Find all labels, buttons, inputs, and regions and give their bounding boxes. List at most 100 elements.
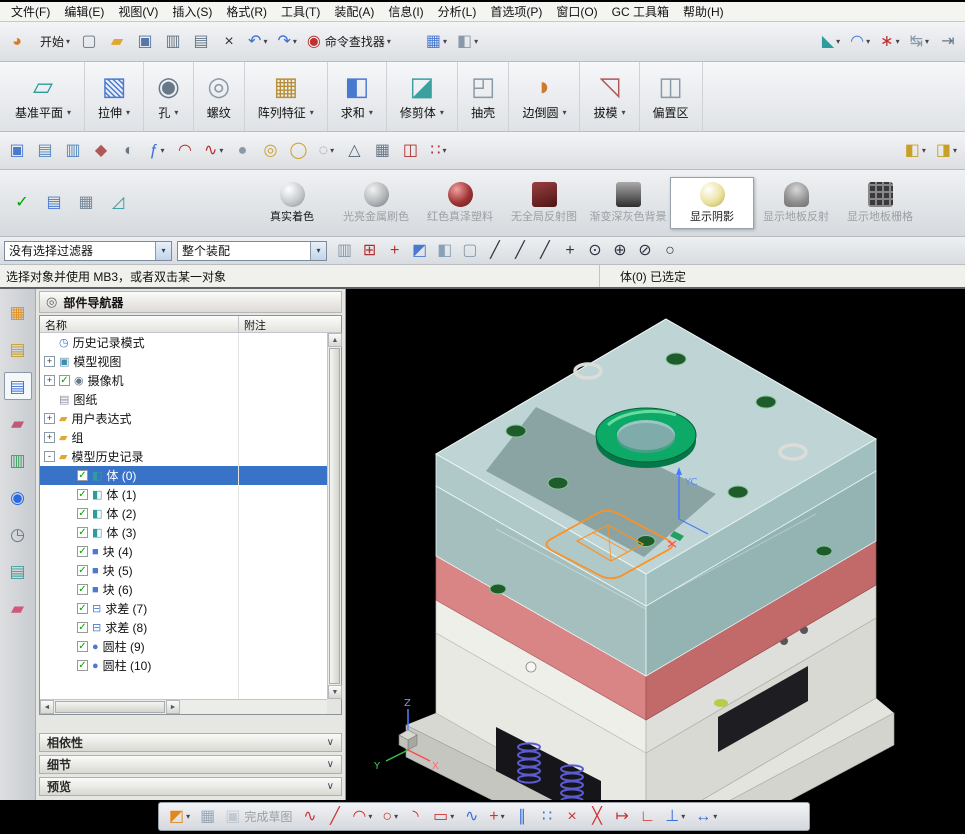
snap-point-on-curve-icon[interactable]: ○: [659, 239, 682, 263]
tree-checkbox[interactable]: [77, 489, 88, 500]
start-button[interactable]: 开始 ▾: [32, 28, 74, 56]
tree-item-body-3[interactable]: ◧ 体 (3): [40, 523, 327, 542]
scroll-right-icon[interactable]: [166, 700, 180, 714]
datum-display-icon[interactable]: ∗ ▾: [876, 28, 903, 56]
tree-item-subtract-8[interactable]: ⊟ 求差 (8): [40, 618, 327, 637]
snap-endpoint-icon[interactable]: ╱: [484, 239, 507, 263]
chevron-down-icon[interactable]: [155, 241, 171, 260]
tree-item-history-mode[interactable]: ◷ 历史记录模式: [40, 333, 327, 352]
approve-icon[interactable]: ✓: [9, 189, 35, 217]
system-materials-icon[interactable]: ▤: [4, 557, 32, 585]
intersection-point-icon[interactable]: ×: [561, 805, 584, 829]
offset-curve-icon[interactable]: ∥: [511, 805, 534, 829]
menu-insert[interactable]: 插入(S): [165, 1, 219, 22]
menu-edit[interactable]: 编辑(E): [57, 1, 111, 22]
part-navigator-icon[interactable]: ▤: [3, 372, 32, 400]
sketch-grid-icon[interactable]: ▦: [196, 805, 219, 829]
hd3d-tool-icon[interactable]: ▥: [4, 446, 32, 474]
gradient-background-button[interactable]: 渐变深灰色背景: [586, 177, 670, 229]
tree-checkbox[interactable]: [77, 565, 88, 576]
object-display-icon[interactable]: ◆: [88, 137, 114, 165]
edge-blend-button[interactable]: ◗ 边倒圆 ▾: [509, 62, 581, 131]
helix-icon[interactable]: ◎: [257, 137, 283, 165]
red-plastic-button[interactable]: 红色真泽塑料: [418, 177, 502, 229]
no-global-reflection-button[interactable]: 无全局反射图: [502, 177, 586, 229]
arc-icon[interactable]: ◠ ▾: [348, 805, 376, 829]
menu-gc-toolbox[interactable]: GC 工具箱: [605, 1, 676, 22]
view-cube-icon[interactable]: ◧ ▾: [453, 28, 482, 56]
snap-control-point-icon[interactable]: ╱: [534, 239, 557, 263]
tree-item-body-0[interactable]: ◧ 体 (0): [40, 466, 327, 485]
assembly-navigator-icon[interactable]: ▦: [4, 298, 32, 326]
studio-spline-icon[interactable]: ∿: [460, 805, 483, 829]
snap-existing-point-icon[interactable]: ⊘: [634, 239, 657, 263]
pattern-curve-icon[interactable]: ∷: [536, 805, 559, 829]
snap-orient-icon[interactable]: +: [383, 239, 406, 263]
nx-logo-icon[interactable]: ◕: [4, 28, 30, 56]
save-icon[interactable]: ▣: [132, 28, 158, 56]
floor-reflection-button[interactable]: 显示地板反射: [754, 177, 838, 229]
unite-button[interactable]: ◧ 求和 ▾: [328, 62, 387, 131]
point-icon[interactable]: + ▾: [485, 805, 508, 829]
tree-item-cylinder-9[interactable]: ● 圆柱 (9): [40, 637, 327, 656]
brushed-metal-button[interactable]: 光亮金属刷色: [334, 177, 418, 229]
rectangle-icon[interactable]: ▭ ▾: [429, 805, 458, 829]
grid-icon[interactable]: ▦: [369, 137, 395, 165]
tree-item-block-5[interactable]: ■ 块 (5): [40, 561, 327, 580]
tree-item-user-expressions[interactable]: + ▰ 用户表达式: [40, 409, 327, 428]
tree-item-block-6[interactable]: ■ 块 (6): [40, 580, 327, 599]
chevron-down-icon[interactable]: [327, 759, 334, 770]
reuse-library-icon[interactable]: ▰: [4, 409, 32, 437]
section-dependencies[interactable]: 相依性: [39, 733, 342, 752]
divide-face-icon[interactable]: ◫: [397, 137, 423, 165]
chevron-down-icon[interactable]: [327, 781, 334, 792]
roles-icon[interactable]: ▰: [4, 594, 32, 622]
snap-intersection-icon[interactable]: +: [559, 239, 582, 263]
menu-information[interactable]: 信息(I): [381, 1, 430, 22]
sketch-icon[interactable]: ◩ ▾: [165, 805, 194, 829]
show-shadow-button[interactable]: 显示阴影: [670, 177, 754, 229]
menu-help[interactable]: 帮助(H): [676, 1, 731, 22]
section-preview[interactable]: 预览: [39, 777, 342, 796]
menu-analysis[interactable]: 分析(L): [431, 1, 484, 22]
fillet-icon[interactable]: ◝: [404, 805, 427, 829]
constraint-navigator-icon[interactable]: ▤: [4, 335, 32, 363]
tree-checkbox[interactable]: [77, 641, 88, 652]
tree-item-cylinder-10[interactable]: ● 圆柱 (10): [40, 656, 327, 675]
menu-file[interactable]: 文件(F): [4, 1, 57, 22]
tree-checkbox[interactable]: [77, 546, 88, 557]
offset-region-button[interactable]: ◫ 偏置区: [640, 62, 703, 131]
tree-checkbox[interactable]: [77, 508, 88, 519]
render-grid-icon[interactable]: ▦: [73, 189, 99, 217]
offset-body-icon[interactable]: ◨ ▾: [932, 137, 961, 165]
curve-icon[interactable]: ◠: [172, 137, 198, 165]
history-icon[interactable]: ◷: [4, 520, 32, 548]
display-part-icon[interactable]: ▣: [4, 137, 30, 165]
dimension-icon[interactable]: ↔ ▾: [691, 805, 721, 829]
tree-checkbox[interactable]: [77, 622, 88, 633]
tree-expander-icon[interactable]: +: [44, 413, 55, 424]
line-icon[interactable]: ╱: [323, 805, 346, 829]
orient-view-icon[interactable]: ◣ ▾: [818, 28, 844, 56]
panel-title-bar[interactable]: 部件导航器: [39, 291, 342, 313]
tree-checkbox[interactable]: [59, 375, 70, 386]
chevron-down-icon[interactable]: [310, 241, 326, 260]
scrollbar-thumb[interactable]: [55, 701, 165, 713]
menu-tools[interactable]: 工具(T): [274, 1, 327, 22]
menu-card-icon[interactable]: ▥: [333, 239, 356, 263]
true-shading-button[interactable]: 真实着色: [250, 177, 334, 229]
redo-icon[interactable]: ↷ ▾: [273, 28, 300, 56]
tree-horizontal-scrollbar[interactable]: [40, 699, 327, 714]
facet-body-icon[interactable]: △: [341, 137, 367, 165]
draft-button[interactable]: ◹ 拔模 ▾: [580, 62, 640, 131]
snap-quadrant-icon[interactable]: ⊕: [609, 239, 632, 263]
make-corner-icon[interactable]: ∟: [636, 805, 660, 829]
extrude-button[interactable]: ▧ 拉伸 ▾: [85, 62, 145, 131]
window-layout-icon[interactable]: ▦ ▾: [422, 28, 451, 56]
select-scope-icon[interactable]: ⊞: [358, 239, 381, 263]
tree-checkbox[interactable]: [77, 470, 88, 481]
show-hide-icon[interactable]: ◐: [116, 137, 142, 165]
tree-expander-icon[interactable]: +: [44, 375, 55, 386]
tree-item-model-history[interactable]: - ▰ 模型历史记录: [40, 447, 327, 466]
highlight-icon[interactable]: ◩: [408, 239, 431, 263]
